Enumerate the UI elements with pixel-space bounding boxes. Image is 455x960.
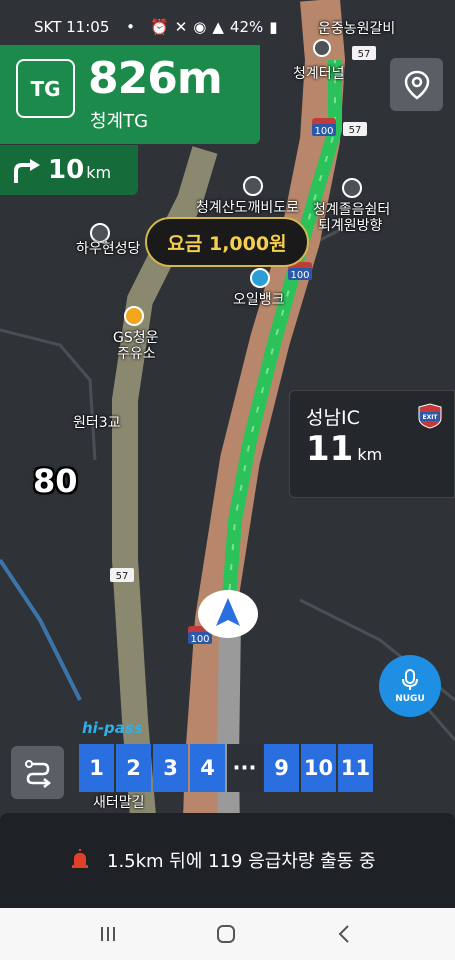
nugu-voice-button[interactable]: NUGU — [379, 655, 441, 717]
lane-4: 4 — [190, 744, 225, 792]
lane-ellipsis: ··· — [227, 744, 262, 792]
map-pin-icon — [404, 70, 429, 100]
lane-10: 10 — [301, 744, 336, 792]
home-button[interactable] — [196, 908, 256, 960]
toll-fee-bubble: 요금 1,000원 — [145, 217, 309, 267]
tollgate-badge: TG — [16, 59, 75, 118]
current-position-marker — [198, 590, 258, 638]
next-turn-distance: 10 km — [48, 155, 112, 185]
turn-right-icon — [14, 159, 40, 183]
exit-info-card[interactable]: 성남IC 11 km EXIT — [289, 390, 455, 498]
back-button[interactable] — [314, 908, 374, 960]
battery-percent: 42% — [229, 18, 264, 36]
svg-text:EXIT: EXIT — [422, 414, 438, 421]
road-shield-57-c: 57 — [110, 568, 134, 582]
map-label-tunnel: 청계터널 — [293, 66, 345, 82]
map-label-rest-direction: 퇴계원방향 — [318, 218, 383, 234]
poi-gs-station-icon — [124, 306, 144, 326]
lane-9: 9 — [264, 744, 299, 792]
road-shield-100-a: 100 — [312, 118, 336, 137]
location-button[interactable] — [390, 58, 443, 111]
siren-icon — [72, 849, 88, 868]
emergency-alert-bar[interactable]: 1.5km 뒤에 119 응급차량 출동 중 — [0, 813, 455, 908]
map-label-oilbank: 오일뱅크 — [233, 292, 285, 308]
map-label-gs-station-2: 주유소 — [117, 346, 156, 362]
status-left: SKT 11:05 • — [34, 18, 135, 36]
route-icon — [24, 759, 51, 788]
alert-text: 1.5km 뒤에 119 응급차량 출동 중 — [107, 851, 376, 872]
svg-text:100: 100 — [190, 634, 209, 645]
system-nav-bar — [0, 908, 455, 960]
microphone-icon — [402, 669, 418, 690]
clock: 11:05 — [66, 18, 110, 36]
svg-text:100: 100 — [314, 126, 333, 137]
poi-oilbank-icon — [250, 268, 270, 288]
map-label-bridge: 원터3교 — [73, 415, 121, 431]
road-shield-57-b: 57 — [343, 122, 367, 136]
svg-text:57: 57 — [349, 125, 362, 136]
recent-apps-icon — [101, 927, 115, 941]
lane-guide: 1 2 3 4 ··· 9 10 11 — [79, 744, 373, 792]
route-options-button[interactable] — [11, 746, 64, 799]
nugu-label: NUGU — [395, 694, 425, 704]
guidance-card[interactable]: TG 826m 청계TG — [0, 45, 260, 144]
carrier-label: SKT — [34, 18, 62, 36]
hipass-logo: hi-pass — [82, 719, 143, 737]
map-label-church: 하우현성당 — [76, 241, 141, 257]
exit-sign-icon: EXIT — [418, 403, 442, 429]
mute-icon: ✕ — [174, 18, 188, 36]
back-icon — [338, 925, 349, 943]
location-status-icon: ◉ — [193, 18, 207, 36]
poi-shop-icon — [243, 176, 263, 196]
recent-apps-button[interactable] — [78, 908, 138, 960]
speed-limit: 80 — [33, 462, 78, 500]
lane-2: 2 — [116, 744, 151, 792]
lane-1: 1 — [79, 744, 114, 792]
svg-text:100: 100 — [290, 270, 309, 281]
lane-3: 3 — [153, 744, 188, 792]
map-label-village-road: 새터말길 — [93, 795, 145, 811]
map-label-shop: 청계산도깨비도로 — [196, 200, 300, 216]
next-turn-card[interactable]: 10 km — [0, 145, 138, 195]
exit-name: 성남IC — [306, 407, 360, 429]
status-right: ⏰ ✕ ◉ ▲ 42% ▮ — [150, 18, 278, 36]
signal-icon: ▲ — [212, 18, 224, 36]
guidance-destination-name: 청계TG — [90, 111, 149, 132]
lane-11: 11 — [338, 744, 373, 792]
svg-text:57: 57 — [116, 571, 129, 582]
alarm-icon: ⏰ — [150, 18, 169, 36]
guidance-distance: 826m — [88, 53, 223, 104]
exit-distance: 11 km — [306, 429, 383, 469]
home-icon — [217, 925, 235, 943]
poi-rest-icon — [342, 178, 362, 198]
notification-dot-icon: • — [126, 18, 136, 36]
battery-icon: ▮ — [269, 18, 278, 36]
